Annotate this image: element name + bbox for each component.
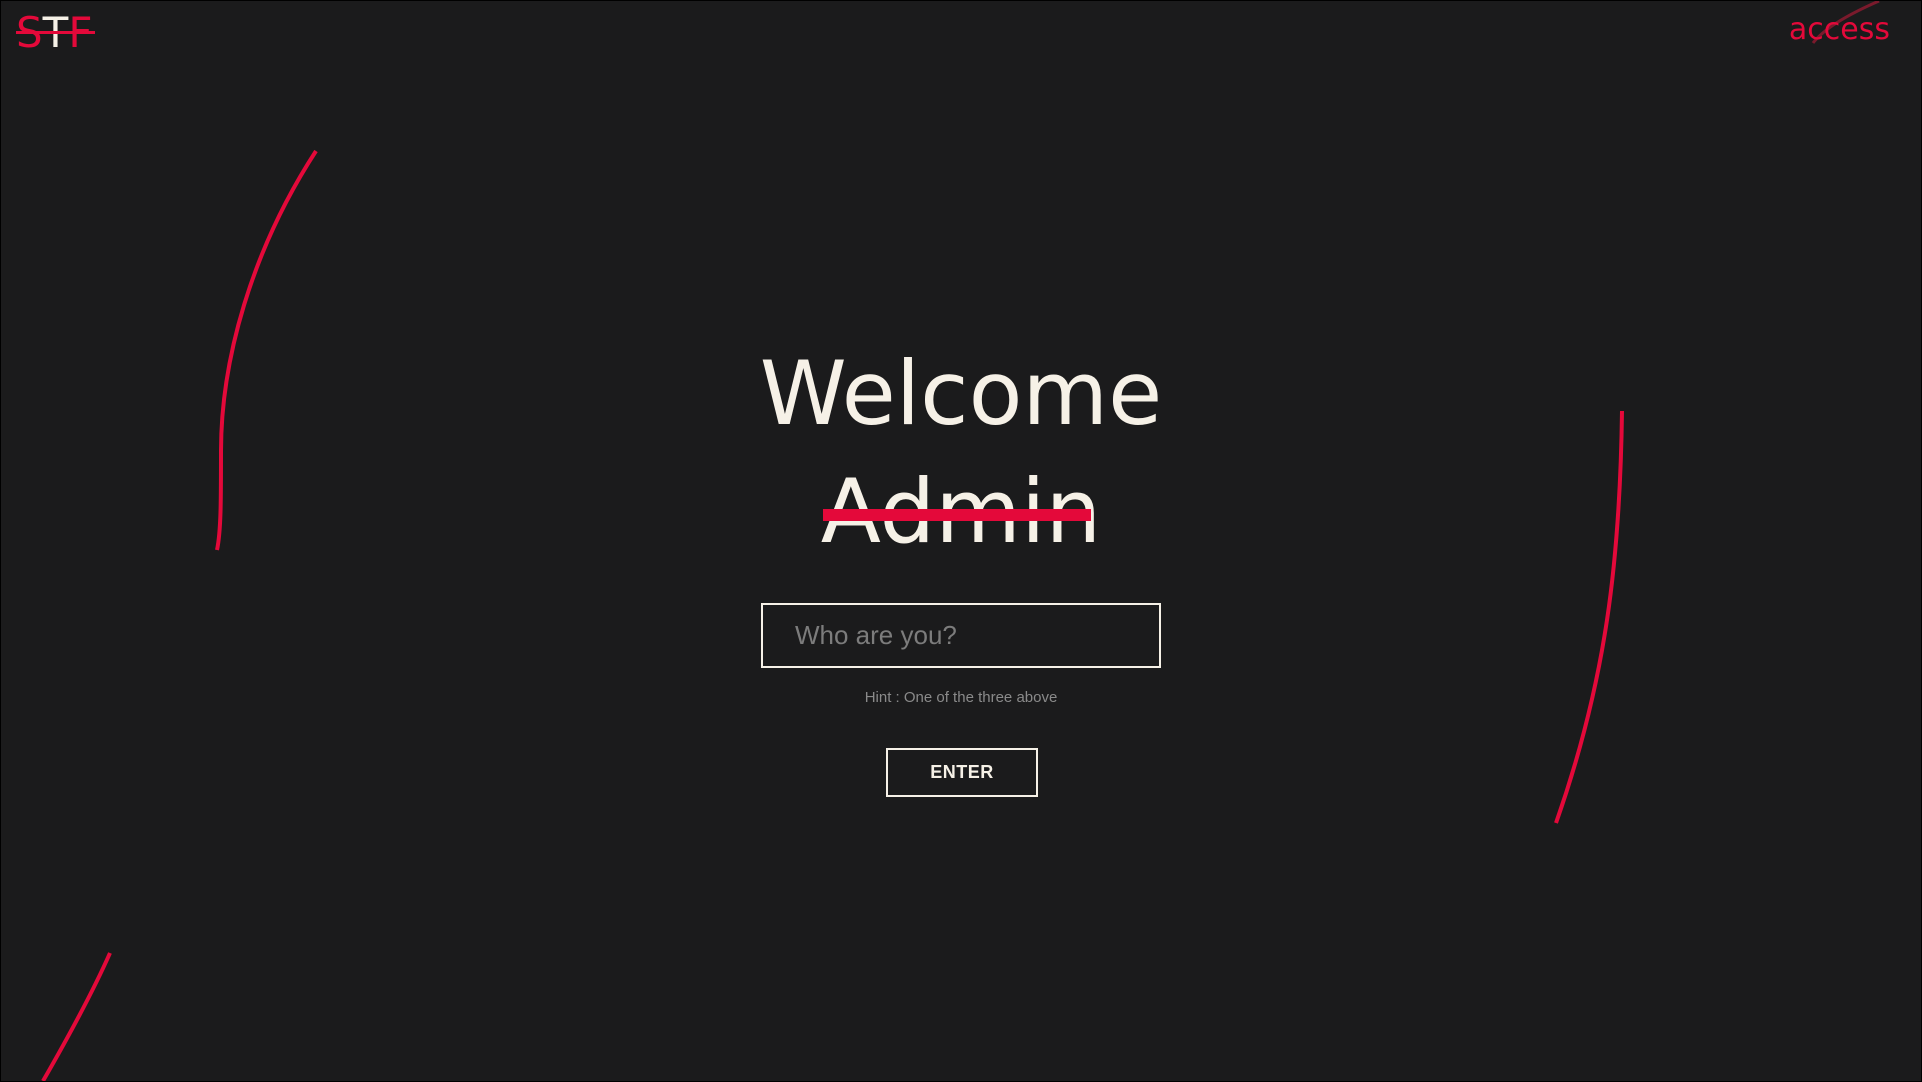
welcome-heading: Welcome [759, 342, 1163, 445]
identity-input[interactable] [761, 603, 1161, 668]
decor-arc-bottom-left [41, 952, 112, 1081]
access-link[interactable]: access [1789, 12, 1890, 47]
hint-text: Hint : One of the three above [864, 689, 1058, 706]
login-page: STF access Welcome Admin Hint : One of t… [0, 0, 1922, 1082]
admin-struck-word: Admin [821, 457, 1101, 567]
logo-strikethrough [16, 31, 95, 34]
admin-strikethrough [822, 509, 1092, 521]
enter-button[interactable]: ENTER [886, 748, 1038, 797]
struck-word-container: Admin [1, 457, 1921, 567]
logo[interactable]: STF [16, 7, 95, 59]
